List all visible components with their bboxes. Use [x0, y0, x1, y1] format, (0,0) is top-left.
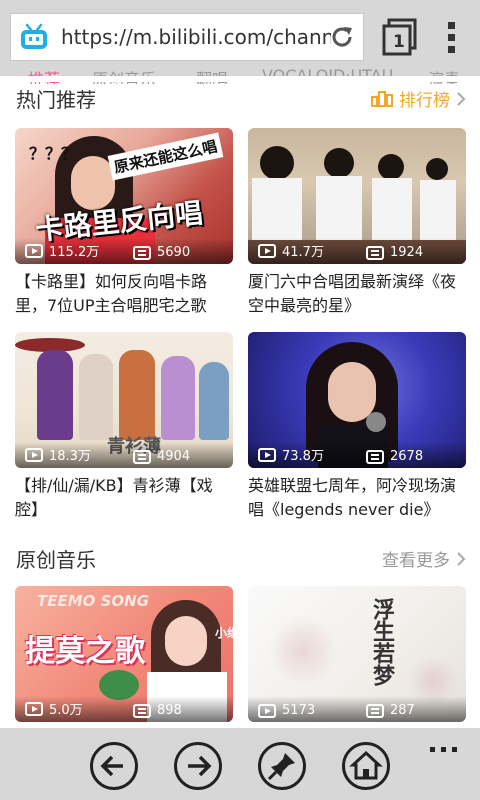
play-count: 18.3万 — [25, 445, 91, 464]
chevron-right-icon — [457, 551, 466, 566]
play-count: 41.7万 — [258, 241, 324, 260]
video-thumbnail[interactable]: 73.8万 2678 — [248, 332, 466, 468]
play-icon — [25, 243, 43, 258]
original-music-title: 原创音乐 — [16, 548, 96, 572]
play-count: 73.8万 — [258, 445, 324, 464]
url-text: https://m.bilibili.com/channe — [61, 25, 331, 49]
see-more-label: 查看更多 — [382, 551, 450, 571]
play-icon — [258, 703, 276, 718]
tabs-icon[interactable]: 1 — [382, 18, 418, 56]
play-count: 115.2万 — [25, 241, 99, 260]
video-title[interactable]: 厦门六中合唱团最新演绎《夜空中最亮的星》 — [248, 270, 466, 318]
play-count: 5173 — [258, 703, 315, 718]
cover-subtitle: 原来还能这么唱 — [107, 132, 224, 181]
play-icon — [258, 447, 276, 462]
bilibili-tv-icon — [19, 23, 49, 51]
browser-bottom-bar — [0, 728, 480, 800]
forward-arrow-icon[interactable] — [174, 742, 222, 790]
danmaku-icon — [133, 703, 151, 718]
tab-row-mask — [0, 76, 480, 82]
pin-icon[interactable] — [258, 742, 306, 790]
play-count: 5.0万 — [25, 699, 83, 718]
url-field[interactable]: https://m.bilibili.com/channe — [10, 13, 364, 61]
video-card[interactable]: ？？？ 原来还能这么唱 卡路里反向唱 115.2万 5690 【卡路里】如何反向… — [15, 128, 233, 318]
video-thumbnail[interactable]: 41.7万 1924 — [248, 128, 466, 264]
ranking-label: 排行榜 — [399, 91, 450, 111]
video-card[interactable]: 浮生若梦 5173 287 — [248, 586, 466, 722]
cover-title: 提莫之歌 — [25, 634, 145, 669]
video-thumbnail[interactable]: 青衫薄 18.3万 4904 — [15, 332, 233, 468]
vertical-dots-icon[interactable] — [442, 18, 462, 56]
chevron-right-icon — [457, 91, 466, 106]
ranking-link[interactable]: 排行榜 — [371, 86, 466, 111]
video-title[interactable]: 英雄联盟七周年，阿冷现场演唱《legends never die》 — [248, 474, 466, 522]
video-card[interactable]: 青衫薄 18.3万 4904 【排/仙/漏/KB】青衫薄【戏腔】 — [15, 332, 233, 522]
play-icon — [25, 701, 43, 716]
video-title[interactable]: 【卡路里】如何反向唱卡路里，7位UP主合唱肥宅之歌 — [15, 270, 233, 318]
hot-section-title: 热门推荐 — [16, 88, 96, 112]
cover-question-marks: ？？？ — [29, 144, 78, 163]
video-thumbnail[interactable]: 浮生若梦 5173 287 — [248, 586, 466, 722]
hot-section-header: 热门推荐 排行榜 — [16, 84, 466, 114]
video-title[interactable]: 【排/仙/漏/KB】青衫薄【戏腔】 — [15, 474, 233, 522]
reload-icon[interactable] — [329, 24, 355, 50]
browser-page: https://m.bilibili.com/channe 1 VOCALOID… — [0, 0, 480, 800]
danmaku-icon — [133, 245, 151, 260]
back-arrow-icon[interactable] — [90, 742, 138, 790]
original-music-header: 原创音乐 查看更多 — [16, 544, 466, 574]
play-icon — [25, 447, 43, 462]
danmaku-icon — [366, 703, 384, 718]
cover-name: 小缘 — [215, 626, 233, 640]
danmaku-count: 898 — [133, 703, 182, 718]
video-card[interactable]: 41.7万 1924 厦门六中合唱团最新演绎《夜空中最亮的星》 — [248, 128, 466, 318]
danmaku-count: 1924 — [366, 245, 423, 260]
danmaku-count: 5690 — [133, 245, 190, 260]
danmaku-icon — [133, 449, 151, 464]
video-thumbnail[interactable]: TEEMO SONG 提莫之歌 小缘 5.0万 898 — [15, 586, 233, 722]
video-card[interactable]: 73.8万 2678 英雄联盟七周年，阿冷现场演唱《legends never … — [248, 332, 466, 522]
ranking-icon — [371, 90, 393, 107]
danmaku-count: 2678 — [366, 449, 423, 464]
cover-title: 浮生若梦 — [369, 598, 395, 686]
cover-subtitle: TEEMO SONG — [37, 592, 150, 610]
horizontal-dots-icon[interactable] — [430, 738, 458, 752]
danmaku-count: 4904 — [133, 449, 190, 464]
video-card[interactable]: TEEMO SONG 提莫之歌 小缘 5.0万 898 — [15, 586, 233, 722]
play-icon — [258, 243, 276, 258]
danmaku-count: 287 — [366, 703, 415, 718]
video-thumbnail[interactable]: ？？？ 原来还能这么唱 卡路里反向唱 115.2万 5690 — [15, 128, 233, 264]
danmaku-icon — [366, 449, 384, 464]
see-more-link[interactable]: 查看更多 — [382, 546, 466, 571]
tab-count: 1 — [393, 32, 405, 52]
danmaku-icon — [366, 245, 384, 260]
home-icon[interactable] — [342, 742, 390, 790]
